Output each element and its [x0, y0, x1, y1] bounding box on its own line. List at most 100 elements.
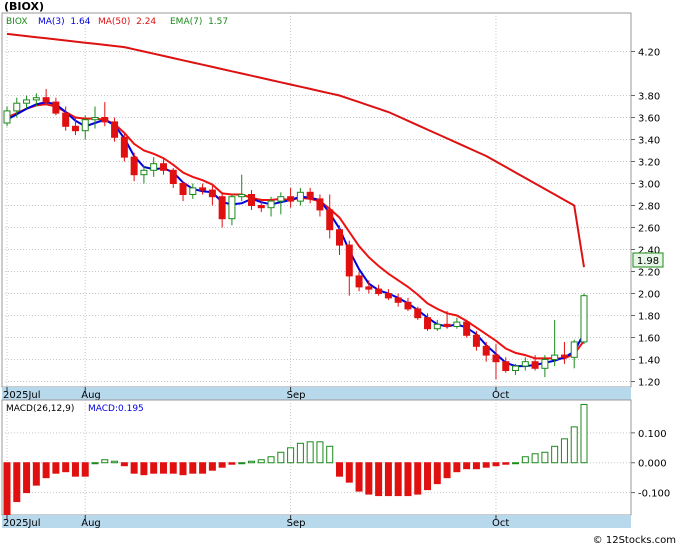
candle-body-down: [42, 97, 50, 103]
candle-body-down: [71, 125, 79, 132]
candle-body-up: [296, 191, 304, 202]
macd-bar-positive: [512, 462, 520, 465]
macd-tick-label: -0.100: [638, 489, 670, 500]
macd-bar-positive: [541, 451, 549, 464]
price-tick-label: 1.60: [638, 334, 660, 345]
macd-bar-positive: [277, 451, 285, 464]
macd-bar-negative: [433, 462, 441, 485]
macd-bar-negative: [482, 462, 490, 468]
macd-bar-negative: [375, 462, 383, 497]
price-panel: 4.203.803.603.403.203.002.802.602.402.20…: [1, 0, 664, 389]
macd-bar-positive: [580, 403, 588, 464]
macd-bar-negative: [42, 462, 50, 479]
price-x-label: Aug: [81, 390, 101, 401]
macd-bar-negative: [169, 462, 177, 474]
candle-body-up: [228, 196, 236, 220]
candle-body-down: [179, 183, 187, 195]
price-tick-label: 2.00: [638, 290, 660, 301]
price-tick-label: 1.40: [638, 356, 660, 367]
macd-bar-negative: [463, 462, 471, 470]
price-tick-label: 2.20: [638, 268, 660, 279]
candle-body-down: [560, 354, 568, 358]
macd-bar-positive: [531, 453, 539, 464]
macd-bar-positive: [560, 438, 568, 464]
candle-body-down: [463, 321, 471, 336]
candle-body-up: [521, 361, 529, 367]
macd-bar-positive: [91, 462, 99, 465]
macd-panel: 0.100 0.000 -0.100 MACD(26,12,9) MACD:0.19…: [1, 399, 670, 516]
macd-bar-negative: [13, 462, 21, 503]
candle: [580, 293, 588, 345]
macd-bar-negative: [404, 462, 412, 497]
macd-bar-negative: [336, 462, 344, 477]
candle-body-down: [365, 286, 373, 290]
candle-body-up: [3, 110, 11, 124]
macd-bar-negative: [150, 462, 158, 474]
candle-body-down: [257, 205, 265, 209]
candle-body-up: [267, 200, 275, 209]
price-tick-label: 2.60: [638, 224, 660, 235]
macd-bar-positive: [296, 442, 304, 464]
svg-text:1.98: 1.98: [637, 256, 659, 267]
price-tick-label: 1.80: [638, 312, 660, 323]
candle-body-down: [424, 317, 432, 330]
macd-bar-negative: [120, 462, 128, 467]
macd-bar-positive: [101, 459, 109, 464]
macd-bar-positive: [570, 426, 578, 464]
footer-credit: © 12Stocks.com: [593, 535, 676, 546]
candle-body-up: [433, 323, 441, 330]
macd-bar-positive: [238, 462, 246, 465]
candle-body-up: [570, 341, 578, 358]
price-tick-label: 3.80: [638, 92, 660, 103]
macd-bar-negative: [472, 462, 480, 470]
macd-bar-positive: [267, 456, 275, 464]
candle: [120, 132, 128, 162]
candle-body-down: [336, 229, 344, 246]
macd-x-label: Oct: [492, 518, 509, 529]
price-tick-label: 3.20: [638, 158, 660, 169]
candle-body-up: [453, 321, 461, 328]
candle-body-up: [541, 359, 549, 369]
macd-bar-negative: [71, 462, 79, 477]
price-y-axis: 4.203.803.603.403.203.002.802.602.402.20…: [631, 48, 660, 389]
candle-body-up: [551, 354, 559, 361]
candle-body-down: [159, 163, 167, 171]
macd-bar-negative: [345, 462, 353, 483]
candle-body-down: [218, 196, 226, 220]
legend-ma3: MA(3) 1.64: [38, 17, 91, 27]
candle-body-up: [238, 194, 246, 198]
candle-body-up: [23, 99, 31, 104]
stock-chart: 4.203.803.603.403.203.002.802.602.402.20…: [1, 0, 676, 546]
macd-bar-negative: [62, 462, 70, 473]
macd-bar-negative: [384, 462, 392, 497]
macd-y-axis: 0.100 0.000 -0.100: [631, 429, 670, 500]
macd-bar-positive: [111, 460, 119, 464]
macd-bar-negative: [179, 462, 187, 476]
candle-body-down: [111, 121, 119, 138]
candle-body-up: [140, 169, 148, 176]
candle-body-down: [169, 169, 177, 185]
macd-x-label: Aug: [81, 518, 101, 529]
candle-body-down: [52, 101, 60, 114]
macd-bar-positive: [257, 459, 265, 464]
macd-x-label: Sep: [287, 518, 306, 529]
candle-body-down: [345, 244, 353, 277]
macd-bar-positive: [306, 441, 314, 464]
candle-body-up: [81, 119, 89, 132]
macd-bar-negative: [208, 462, 216, 471]
candle-body-down: [502, 361, 510, 372]
macd-bar-negative: [424, 462, 432, 491]
candle-body-down: [208, 189, 216, 198]
candle-body-down: [404, 301, 412, 310]
macd-tick-label: 0.000: [638, 459, 667, 470]
candle-body-down: [355, 275, 363, 288]
candle-body-down: [130, 156, 138, 176]
macd-bar-positive: [521, 456, 529, 464]
candle-body-down: [531, 361, 539, 369]
macd-bar-positive: [551, 445, 559, 464]
price-x-label: 2025Jul: [3, 390, 41, 401]
macd-bar-negative: [189, 462, 197, 474]
macd-bar-negative: [355, 462, 363, 492]
candle-body-up: [32, 97, 40, 101]
macd-bar-negative: [492, 462, 500, 467]
